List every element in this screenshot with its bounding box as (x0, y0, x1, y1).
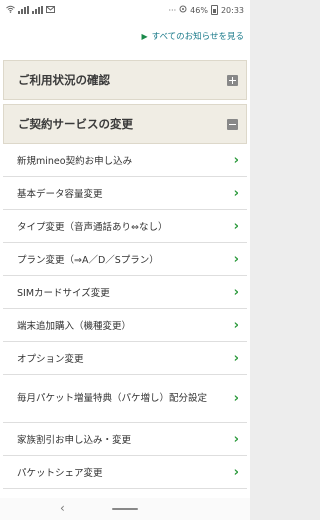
minus-icon (227, 118, 238, 130)
menu-item-device-purchase[interactable]: 端末追加購入（機種変更） › (3, 309, 247, 342)
triangle-right-icon: ▶ (141, 31, 148, 41)
menu-item-packet-bonus[interactable]: 毎月パケット増量特典（パケ増し）配分設定 › (3, 375, 247, 423)
section-title: ご利用状況の確認 (18, 73, 110, 87)
menu-item-label: SIMカードサイズ変更 (17, 288, 110, 299)
menu-item-packet-share[interactable]: パケットシェア変更 › (3, 456, 247, 489)
menu-item-options[interactable]: オプション変更 › (3, 342, 247, 375)
menu-item-label: プラン変更（⇒A／D／Sプラン） (17, 255, 159, 266)
menu-item-label: 端末追加購入（機種変更） (17, 321, 132, 332)
chevron-right-icon: › (233, 185, 239, 201)
status-bar: ··· 46% 20:33 (0, 0, 250, 20)
mail-icon (46, 5, 55, 15)
menu-item-label: オプション変更 (17, 354, 84, 365)
status-icons-left (6, 5, 55, 15)
wifi-icon (6, 5, 15, 15)
menu-item-plan-change[interactable]: プラン変更（⇒A／D／Sプラン） › (3, 243, 247, 276)
sync-icon (179, 5, 187, 15)
chevron-right-icon: › (233, 431, 239, 447)
battery-percent: 46% (190, 5, 208, 15)
section-contract-change[interactable]: ご契約サービスの変更 (3, 104, 247, 144)
section-usage-status[interactable]: ご利用状況の確認 (3, 60, 247, 100)
clock: 20:33 (220, 5, 244, 15)
chevron-right-icon: › (233, 251, 239, 267)
chevron-right-icon: › (233, 464, 239, 480)
all-notices-link[interactable]: ▶ すべてのお知らせを見る (141, 30, 244, 43)
back-icon[interactable]: ‹ (60, 501, 65, 515)
chevron-right-icon: › (233, 317, 239, 333)
service-menu: ご利用状況の確認 ご契約サービスの変更 新規mineo契約お申し込み › 基本デ… (3, 60, 247, 489)
battery-icon (210, 5, 218, 15)
home-pill-icon[interactable] (112, 508, 138, 510)
menu-item-label: パケットシェア変更 (17, 468, 103, 479)
plus-icon (227, 74, 238, 86)
menu-item-sim-size[interactable]: SIMカードサイズ変更 › (3, 276, 247, 309)
menu-item-data-capacity[interactable]: 基本データ容量変更 › (3, 177, 247, 210)
status-icons-right: ··· 46% 20:33 (169, 5, 244, 15)
menu-item-new-contract[interactable]: 新規mineo契約お申し込み › (3, 144, 247, 177)
page-content: ▶ すべてのお知らせを見る ご利用状況の確認 ご契約サービスの変更 新規mine… (0, 20, 250, 498)
all-notices-label: すべてのお知らせを見る (151, 32, 244, 42)
chevron-right-icon: › (233, 152, 239, 168)
system-nav-bar: ‹ (0, 498, 250, 520)
chevron-right-icon: › (233, 218, 239, 234)
menu-item-label: 家族割引お申し込み・変更 (17, 435, 132, 446)
signal-icon (18, 6, 29, 14)
menu-item-label: 毎月パケット増量特典（パケ増し）配分設定 (17, 393, 208, 404)
signal-icon-2 (32, 6, 43, 14)
menu-item-label: 新規mineo契約お申し込み (17, 156, 133, 167)
section-title: ご契約サービスの変更 (18, 117, 133, 131)
menu-item-type-change[interactable]: タイプ変更（音声通話あり⇔なし） › (3, 210, 247, 243)
chevron-right-icon: › (233, 284, 239, 300)
overflow-dots: ··· (168, 5, 177, 15)
menu-item-label: タイプ変更（音声通話あり⇔なし） (17, 222, 168, 233)
chevron-right-icon: › (233, 350, 239, 366)
menu-item-family-discount[interactable]: 家族割引お申し込み・変更 › (3, 423, 247, 456)
chevron-right-icon: › (233, 391, 239, 406)
menu-item-label: 基本データ容量変更 (17, 189, 103, 200)
